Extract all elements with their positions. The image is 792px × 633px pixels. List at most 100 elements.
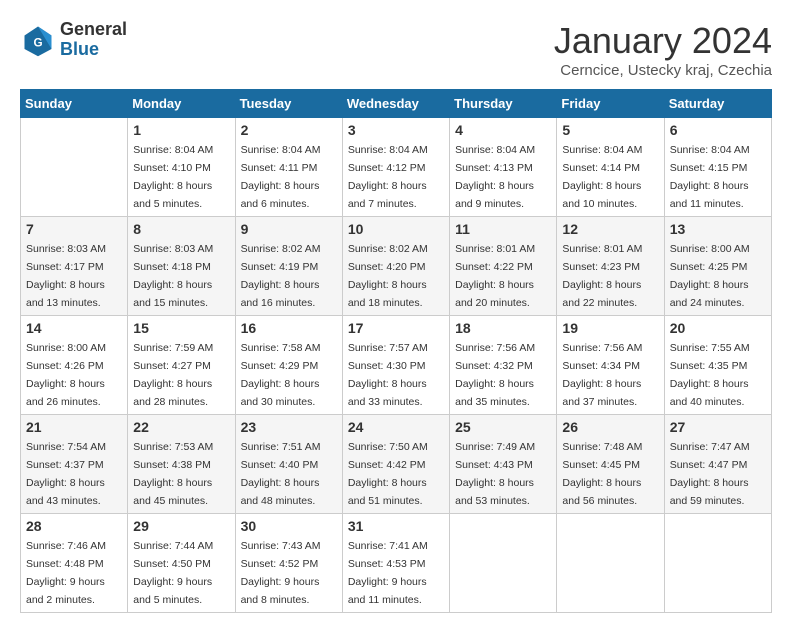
cell-info: Sunrise: 7:43 AMSunset: 4:52 PMDaylight:…: [241, 540, 321, 606]
cell-info: Sunrise: 7:55 AMSunset: 4:35 PMDaylight:…: [670, 342, 750, 408]
day-number: 26: [562, 419, 658, 435]
calendar-week-2: 7 Sunrise: 8:03 AMSunset: 4:17 PMDayligh…: [21, 217, 772, 316]
cell-info: Sunrise: 7:49 AMSunset: 4:43 PMDaylight:…: [455, 441, 535, 507]
cell-info: Sunrise: 8:02 AMSunset: 4:20 PMDaylight:…: [348, 243, 428, 309]
calendar-cell: 26 Sunrise: 7:48 AMSunset: 4:45 PMDaylig…: [557, 415, 664, 514]
calendar-week-1: 1 Sunrise: 8:04 AMSunset: 4:10 PMDayligh…: [21, 118, 772, 217]
day-number: 4: [455, 122, 551, 138]
day-number: 29: [133, 518, 229, 534]
cell-info: Sunrise: 8:01 AMSunset: 4:23 PMDaylight:…: [562, 243, 642, 309]
logo-text-blue: Blue: [60, 39, 99, 59]
cell-info: Sunrise: 8:03 AMSunset: 4:18 PMDaylight:…: [133, 243, 213, 309]
calendar-cell: 1 Sunrise: 8:04 AMSunset: 4:10 PMDayligh…: [128, 118, 235, 217]
day-number: 12: [562, 221, 658, 237]
calendar-cell: 8 Sunrise: 8:03 AMSunset: 4:18 PMDayligh…: [128, 217, 235, 316]
day-number: 16: [241, 320, 337, 336]
cell-info: Sunrise: 8:04 AMSunset: 4:15 PMDaylight:…: [670, 144, 750, 210]
cell-info: Sunrise: 7:44 AMSunset: 4:50 PMDaylight:…: [133, 540, 213, 606]
calendar-week-3: 14 Sunrise: 8:00 AMSunset: 4:26 PMDaylig…: [21, 316, 772, 415]
cell-info: Sunrise: 7:58 AMSunset: 4:29 PMDaylight:…: [241, 342, 321, 408]
day-number: 9: [241, 221, 337, 237]
calendar-cell: 29 Sunrise: 7:44 AMSunset: 4:50 PMDaylig…: [128, 514, 235, 613]
day-number: 11: [455, 221, 551, 237]
cell-info: Sunrise: 7:53 AMSunset: 4:38 PMDaylight:…: [133, 441, 213, 507]
day-number: 5: [562, 122, 658, 138]
calendar-cell: [450, 514, 557, 613]
logo-icon: G: [20, 22, 56, 58]
page-header: G General Blue January 2024 Cerncice, Us…: [20, 20, 772, 79]
day-number: 19: [562, 320, 658, 336]
calendar-cell: 21 Sunrise: 7:54 AMSunset: 4:37 PMDaylig…: [21, 415, 128, 514]
day-number: 1: [133, 122, 229, 138]
calendar-cell: 18 Sunrise: 7:56 AMSunset: 4:32 PMDaylig…: [450, 316, 557, 415]
day-number: 14: [26, 320, 122, 336]
calendar-cell: 6 Sunrise: 8:04 AMSunset: 4:15 PMDayligh…: [664, 118, 771, 217]
cell-info: Sunrise: 7:57 AMSunset: 4:30 PMDaylight:…: [348, 342, 428, 408]
day-number: 24: [348, 419, 444, 435]
day-number: 13: [670, 221, 766, 237]
day-number: 8: [133, 221, 229, 237]
day-number: 22: [133, 419, 229, 435]
calendar-cell: 20 Sunrise: 7:55 AMSunset: 4:35 PMDaylig…: [664, 316, 771, 415]
cell-info: Sunrise: 8:00 AMSunset: 4:26 PMDaylight:…: [26, 342, 106, 408]
svg-text:G: G: [33, 36, 42, 49]
day-number: 30: [241, 518, 337, 534]
location-subtitle: Cerncice, Ustecky kraj, Czechia: [554, 62, 772, 79]
calendar-cell: [664, 514, 771, 613]
calendar-cell: 23 Sunrise: 7:51 AMSunset: 4:40 PMDaylig…: [235, 415, 342, 514]
weekday-header-tuesday: Tuesday: [235, 90, 342, 118]
calendar-cell: 12 Sunrise: 8:01 AMSunset: 4:23 PMDaylig…: [557, 217, 664, 316]
calendar-cell: 11 Sunrise: 8:01 AMSunset: 4:22 PMDaylig…: [450, 217, 557, 316]
weekday-header-monday: Monday: [128, 90, 235, 118]
calendar-cell: 24 Sunrise: 7:50 AMSunset: 4:42 PMDaylig…: [342, 415, 449, 514]
weekday-header-saturday: Saturday: [664, 90, 771, 118]
calendar-cell: 15 Sunrise: 7:59 AMSunset: 4:27 PMDaylig…: [128, 316, 235, 415]
calendar-cell: 31 Sunrise: 7:41 AMSunset: 4:53 PMDaylig…: [342, 514, 449, 613]
calendar-cell: 3 Sunrise: 8:04 AMSunset: 4:12 PMDayligh…: [342, 118, 449, 217]
calendar-cell: 9 Sunrise: 8:02 AMSunset: 4:19 PMDayligh…: [235, 217, 342, 316]
calendar-cell: 27 Sunrise: 7:47 AMSunset: 4:47 PMDaylig…: [664, 415, 771, 514]
cell-info: Sunrise: 8:04 AMSunset: 4:13 PMDaylight:…: [455, 144, 535, 210]
calendar-cell: 22 Sunrise: 7:53 AMSunset: 4:38 PMDaylig…: [128, 415, 235, 514]
calendar-cell: [21, 118, 128, 217]
logo-text-general: General: [60, 19, 127, 39]
cell-info: Sunrise: 8:00 AMSunset: 4:25 PMDaylight:…: [670, 243, 750, 309]
cell-info: Sunrise: 8:04 AMSunset: 4:12 PMDaylight:…: [348, 144, 428, 210]
title-block: January 2024 Cerncice, Ustecky kraj, Cze…: [554, 20, 772, 79]
day-number: 27: [670, 419, 766, 435]
day-number: 2: [241, 122, 337, 138]
day-number: 25: [455, 419, 551, 435]
day-number: 18: [455, 320, 551, 336]
cell-info: Sunrise: 7:47 AMSunset: 4:47 PMDaylight:…: [670, 441, 750, 507]
cell-info: Sunrise: 7:41 AMSunset: 4:53 PMDaylight:…: [348, 540, 428, 606]
day-number: 3: [348, 122, 444, 138]
calendar-cell: 19 Sunrise: 7:56 AMSunset: 4:34 PMDaylig…: [557, 316, 664, 415]
cell-info: Sunrise: 7:59 AMSunset: 4:27 PMDaylight:…: [133, 342, 213, 408]
cell-info: Sunrise: 7:56 AMSunset: 4:34 PMDaylight:…: [562, 342, 642, 408]
calendar-cell: 7 Sunrise: 8:03 AMSunset: 4:17 PMDayligh…: [21, 217, 128, 316]
calendar-cell: 17 Sunrise: 7:57 AMSunset: 4:30 PMDaylig…: [342, 316, 449, 415]
weekday-header-friday: Friday: [557, 90, 664, 118]
cell-info: Sunrise: 7:56 AMSunset: 4:32 PMDaylight:…: [455, 342, 535, 408]
cell-info: Sunrise: 8:04 AMSunset: 4:14 PMDaylight:…: [562, 144, 642, 210]
calendar-cell: 14 Sunrise: 8:00 AMSunset: 4:26 PMDaylig…: [21, 316, 128, 415]
day-number: 15: [133, 320, 229, 336]
calendar-cell: 10 Sunrise: 8:02 AMSunset: 4:20 PMDaylig…: [342, 217, 449, 316]
weekday-header-thursday: Thursday: [450, 90, 557, 118]
day-number: 17: [348, 320, 444, 336]
weekday-header-wednesday: Wednesday: [342, 90, 449, 118]
cell-info: Sunrise: 8:01 AMSunset: 4:22 PMDaylight:…: [455, 243, 535, 309]
cell-info: Sunrise: 7:54 AMSunset: 4:37 PMDaylight:…: [26, 441, 106, 507]
day-number: 10: [348, 221, 444, 237]
day-number: 20: [670, 320, 766, 336]
cell-info: Sunrise: 7:48 AMSunset: 4:45 PMDaylight:…: [562, 441, 642, 507]
cell-info: Sunrise: 8:04 AMSunset: 4:10 PMDaylight:…: [133, 144, 213, 210]
day-number: 7: [26, 221, 122, 237]
weekday-header-row: SundayMondayTuesdayWednesdayThursdayFrid…: [21, 90, 772, 118]
day-number: 21: [26, 419, 122, 435]
calendar-cell: 30 Sunrise: 7:43 AMSunset: 4:52 PMDaylig…: [235, 514, 342, 613]
calendar-cell: 2 Sunrise: 8:04 AMSunset: 4:11 PMDayligh…: [235, 118, 342, 217]
calendar-cell: 4 Sunrise: 8:04 AMSunset: 4:13 PMDayligh…: [450, 118, 557, 217]
calendar-cell: 13 Sunrise: 8:00 AMSunset: 4:25 PMDaylig…: [664, 217, 771, 316]
calendar-table: SundayMondayTuesdayWednesdayThursdayFrid…: [20, 89, 772, 613]
